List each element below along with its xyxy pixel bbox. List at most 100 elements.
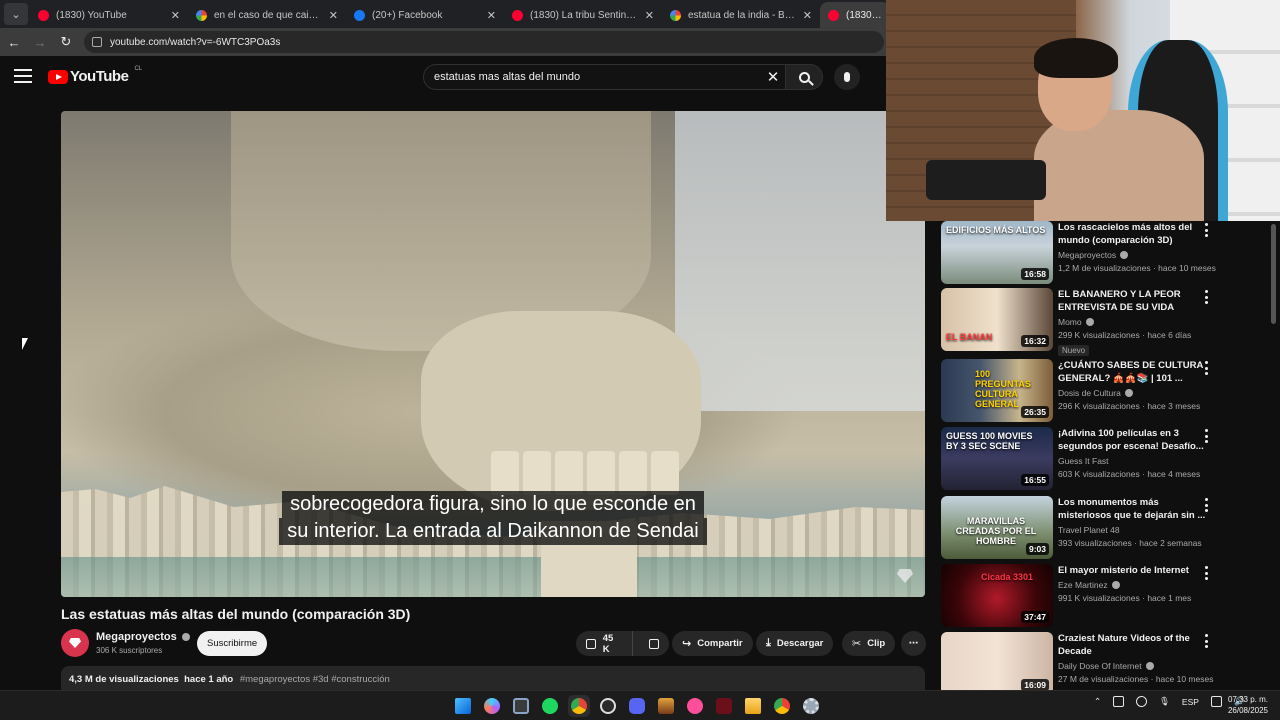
hashtags[interactable]: #megaproyectos #3d #construcción [240, 674, 390, 685]
close-tab-icon[interactable]: ✕ [487, 9, 496, 22]
download-button[interactable]: ⤓ Descargar [756, 631, 834, 656]
forward-arrow-icon[interactable]: → [28, 30, 52, 54]
reload-icon[interactable]: ↻ [54, 30, 78, 54]
recommendation-item[interactable]: EL BANAN 16:32 EL BANANERO Y LA PEOR ENTR… [941, 288, 1266, 356]
channel-name-link[interactable]: Megaproyectos [96, 631, 190, 643]
recommendation-channel[interactable]: Megaproyectos [1058, 250, 1208, 260]
recommendation-item[interactable]: 16:09 Craziest Nature Videos of the Deca… [941, 632, 1266, 691]
browser-tab-active[interactable]: (1830) Las es [820, 2, 890, 28]
video-thumbnail[interactable]: GUESS 100 MOVIES BY 3 SEC SCENE 16:55 [941, 427, 1053, 490]
tray-app-icon[interactable] [1113, 696, 1125, 707]
more-vertical-icon[interactable] [1201, 634, 1211, 648]
windows-start-icon[interactable] [452, 695, 474, 717]
clear-search-icon[interactable]: ✕ [761, 68, 785, 86]
obs-icon[interactable] [597, 695, 619, 717]
video-thumbnail[interactable]: 16:09 [941, 632, 1053, 691]
game-app-icon[interactable] [713, 695, 735, 717]
close-tab-icon[interactable]: ✕ [171, 9, 180, 22]
hamburger-menu-icon[interactable] [14, 69, 32, 83]
recommendation-item[interactable]: Cicada 3301 37:47 El mayor misterio de In… [941, 564, 1266, 628]
clip-button[interactable]: ✂ Clip [842, 631, 896, 656]
more-vertical-icon[interactable] [1201, 498, 1211, 512]
search-input[interactable]: estatuas mas altas del mundo ✕ [423, 64, 785, 90]
channel-name: Guess It Fast [1058, 456, 1109, 466]
recommendation-title[interactable]: Los rascacielos más altos del mundo (com… [1058, 221, 1208, 247]
url-bar[interactable]: youtube.com/watch?v=-6WTC3POa3s [84, 31, 884, 53]
like-button[interactable]: 45 K [576, 631, 633, 656]
close-tab-icon[interactable]: ✕ [803, 9, 812, 22]
duration-badge: 26:35 [1021, 406, 1049, 418]
recommendation-channel[interactable]: Daily Dose Of Internet [1058, 661, 1208, 671]
tab-search-chevron-icon[interactable]: ⌄ [4, 3, 28, 25]
more-vertical-icon[interactable] [1201, 361, 1211, 375]
caption-line: sobrecogedora figura, sino lo que escond… [282, 491, 704, 518]
browser-tab[interactable]: (1830) YouTube ✕ [30, 2, 188, 28]
recommendation-item[interactable]: MARAVILLAS CREADAS POR EL HOMBRE 9:03 Los… [941, 496, 1266, 560]
video-thumbnail[interactable]: Cicada 3301 37:47 [941, 564, 1053, 627]
copilot-icon[interactable] [481, 695, 503, 717]
browser-tab[interactable]: (20+) Facebook ✕ [346, 2, 504, 28]
sidebar-scrollbar[interactable] [1271, 224, 1276, 324]
recommendation-title[interactable]: ¿CUÁNTO SABES DE CULTURA GENERAL? 🎪🎪📚 | … [1058, 359, 1208, 385]
recommendation-item[interactable]: EDIFICIOS MÁS ALTOS 16:58 Los rascacielos… [941, 221, 1266, 285]
chrome-profile-icon[interactable] [771, 695, 793, 717]
browser-tab[interactable]: (1830) La tribu Sentinelesa en la ✕ [504, 2, 662, 28]
search-button[interactable] [785, 64, 823, 90]
chevron-up-icon[interactable]: ⌃ [1094, 696, 1101, 707]
recommendation-item[interactable]: GUESS 100 MOVIES BY 3 SEC SCENE 16:55 ¡Ad… [941, 427, 1266, 491]
recommendation-info: EL BANANERO Y LA PEOR ENTREVISTA DE SU V… [1058, 288, 1208, 356]
tab-label: en el caso de que caiga en una [214, 9, 323, 21]
recommendation-title[interactable]: ¡Adivina 100 películas en 3 segundos por… [1058, 427, 1208, 453]
input-language[interactable]: ESP [1182, 697, 1199, 707]
browser-tab[interactable]: en el caso de que caiga en una ✕ [188, 2, 346, 28]
discord-icon[interactable] [626, 695, 648, 717]
network-app-icon[interactable] [510, 695, 532, 717]
recommendation-channel[interactable]: Eze Martinez [1058, 580, 1208, 590]
more-vertical-icon[interactable] [1201, 223, 1211, 237]
recommendation-item[interactable]: 100 PREGUNTAS CULTURA GENERAL 26:35 ¿CUÁN… [941, 359, 1266, 423]
more-vertical-icon[interactable] [1201, 290, 1211, 304]
channel-name: Daily Dose Of Internet [1058, 661, 1142, 671]
video-thumbnail[interactable]: EDIFICIOS MÁS ALTOS 16:58 [941, 221, 1053, 284]
recommendation-title[interactable]: El mayor misterio de Internet [1058, 564, 1208, 577]
tray-sync-icon[interactable] [1136, 696, 1148, 707]
site-info-icon[interactable] [92, 37, 102, 47]
more-actions-button[interactable]: ⋯ [901, 631, 926, 656]
chat-app-icon[interactable] [684, 695, 706, 717]
subscribe-button[interactable]: Suscribirme [197, 631, 268, 656]
recommendation-title[interactable]: Craziest Nature Videos of the Decade [1058, 632, 1208, 658]
video-thumbnail[interactable]: 100 PREGUNTAS CULTURA GENERAL 26:35 [941, 359, 1053, 422]
recommendation-channel[interactable]: Dosis de Cultura [1058, 388, 1208, 398]
recommendation-title[interactable]: Los monumentos más misteriosos que te de… [1058, 496, 1208, 522]
chrome-icon[interactable] [568, 695, 590, 717]
video-player[interactable]: sobrecogedora figura, sino lo que escond… [61, 111, 925, 597]
close-tab-icon[interactable]: ✕ [645, 9, 654, 22]
tab-label: (1830) La tribu Sentinelesa en la [530, 9, 639, 21]
duration-badge: 16:32 [1021, 335, 1049, 347]
file-explorer-icon[interactable] [742, 695, 764, 717]
taskbar-apps [452, 695, 822, 717]
close-tab-icon[interactable]: ✕ [329, 9, 338, 22]
video-thumbnail[interactable]: EL BANAN 16:32 [941, 288, 1053, 351]
voice-search-button[interactable] [834, 64, 860, 90]
recommendation-title[interactable]: EL BANANERO Y LA PEOR ENTREVISTA DE SU V… [1058, 288, 1208, 314]
more-vertical-icon[interactable] [1201, 429, 1211, 443]
recommendation-channel[interactable]: Travel Planet 48 [1058, 525, 1208, 535]
dislike-button[interactable] [639, 638, 669, 649]
game-launcher-icon[interactable] [655, 695, 677, 717]
back-arrow-icon[interactable]: ← [2, 30, 26, 54]
youtube-logo[interactable]: YouTube CL [48, 66, 142, 85]
recommendation-channel[interactable]: Guess It Fast [1058, 456, 1208, 466]
channel-avatar[interactable] [61, 629, 89, 657]
video-thumbnail[interactable]: MARAVILLAS CREADAS POR EL HOMBRE 9:03 [941, 496, 1053, 559]
spotify-icon[interactable] [539, 695, 561, 717]
taskbar-clock[interactable]: 07:33 p. m. 26/08/2025 [1218, 694, 1268, 716]
recommendation-info: ¡Adivina 100 películas en 3 segundos por… [1058, 427, 1208, 491]
upload-age: hace 2 semanas [1139, 538, 1202, 548]
settings-gear-icon[interactable] [800, 695, 822, 717]
microphone-tray-icon[interactable]: 🎙 [1159, 696, 1170, 707]
more-vertical-icon[interactable] [1201, 566, 1211, 580]
browser-tab[interactable]: estatua de la india - Buscar con ✕ [662, 2, 820, 28]
share-button[interactable]: ↪ Compartir [672, 631, 753, 656]
recommendation-channel[interactable]: Momo [1058, 317, 1208, 327]
